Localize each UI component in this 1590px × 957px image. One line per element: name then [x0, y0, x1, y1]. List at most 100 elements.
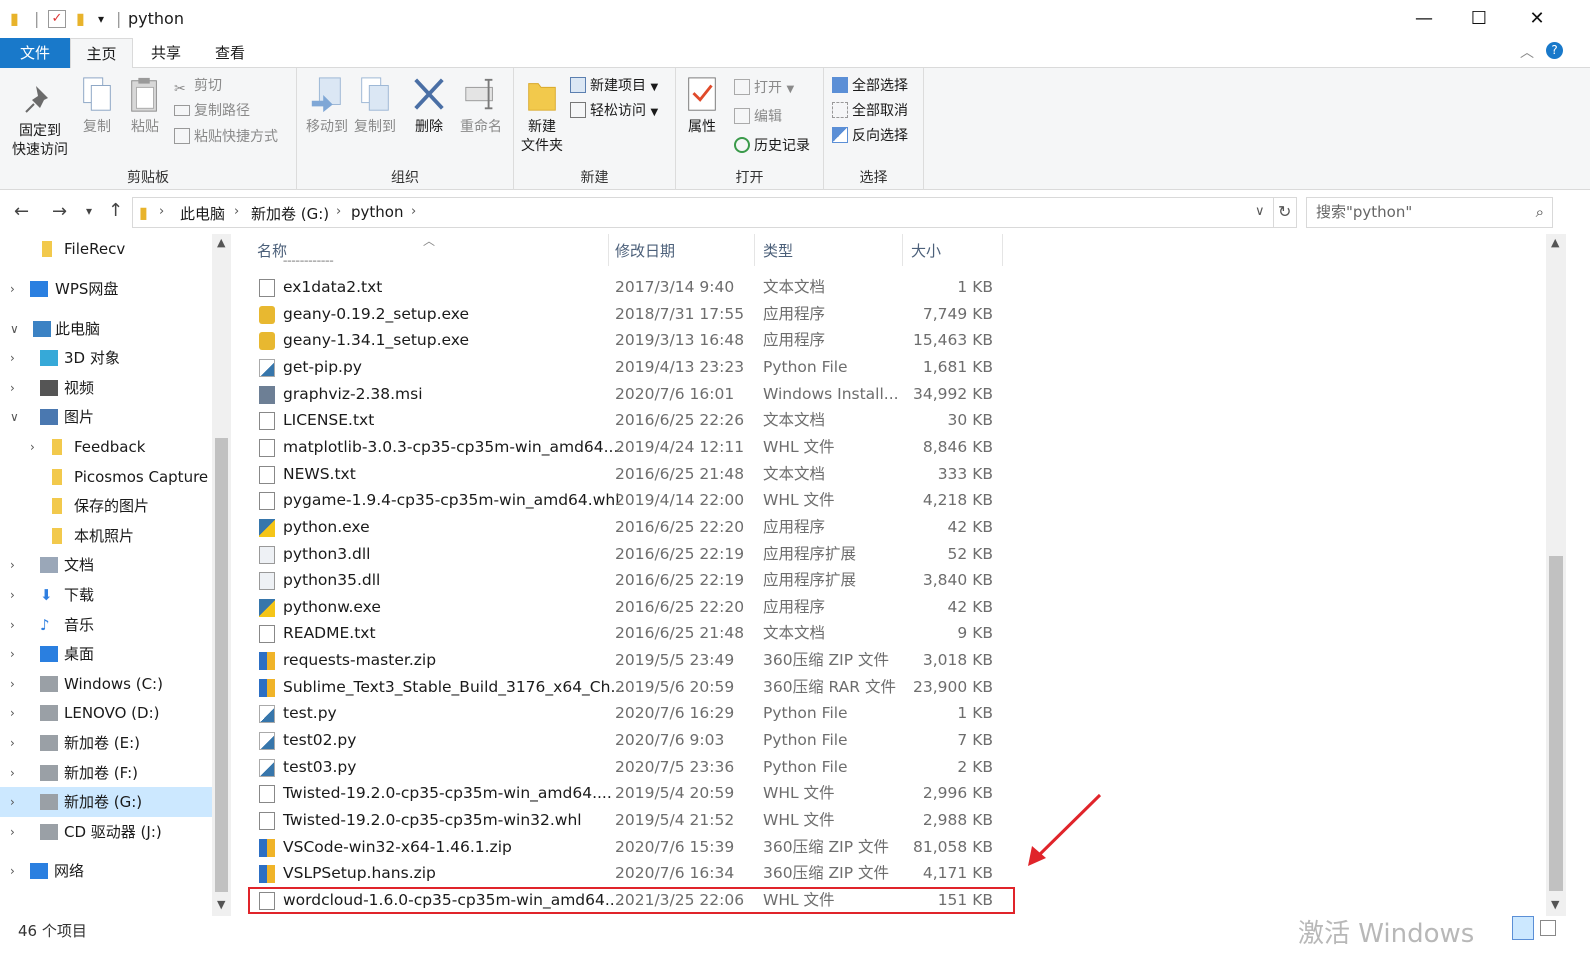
chevron-right-icon[interactable]: › [10, 274, 15, 304]
tab-home[interactable]: 主页 [70, 38, 133, 69]
nav-item[interactable]: FileRecv [0, 234, 212, 264]
file-row[interactable]: test03.py 2020/7/5 23:36 Python File 2 KB [249, 754, 1009, 781]
file-list-scrollbar[interactable]: ▲ ▼ [1546, 234, 1566, 916]
file-row[interactable]: Sublime_Text3_Stable_Build_3176_x64_Ch..… [249, 674, 1009, 701]
file-row[interactable]: python35.dll 2016/6/25 22:19 应用程序扩展 3,840 K… [249, 567, 1009, 594]
navigation-scrollbar[interactable]: ▲ ▼ [212, 234, 231, 916]
chevron-right-icon[interactable]: › [10, 698, 15, 728]
file-row[interactable]: get-pip.py 2019/4/13 23:23 Python File 1,68… [249, 354, 1009, 381]
up-icon[interactable]: ↑ [108, 200, 123, 221]
chevron-right-icon[interactable]: › [10, 758, 15, 788]
paste-shortcut-button[interactable]: 粘贴快捷方式 [174, 126, 278, 148]
file-row[interactable]: matplotlib-3.0.3-cp35-cp35m-win_amd64...… [249, 434, 1009, 461]
tab-share[interactable]: 共享 [136, 38, 196, 68]
large-icons-view-icon[interactable] [1540, 920, 1556, 936]
file-row[interactable]: test.py 2020/7/6 16:29 Python File 1 KB [249, 700, 1009, 727]
scroll-down-icon[interactable]: ▼ [1551, 898, 1559, 911]
file-row[interactable]: test02.py 2020/7/6 9:03 Python File 7 KB [249, 727, 1009, 754]
properties-quick-icon[interactable]: ✓ [48, 10, 66, 28]
pin-quick-access-button[interactable]: 固定到 快速访问 [6, 80, 74, 160]
file-row[interactable]: requests-master.zip 2019/5/5 23:49 360压缩 Z… [249, 647, 1009, 674]
scroll-down-icon[interactable]: ▼ [217, 898, 225, 911]
chevron-right-icon[interactable]: › [10, 610, 15, 640]
open-button[interactable]: 打开 ▼ [734, 77, 794, 101]
chevron-right-icon[interactable]: › [159, 204, 164, 219]
invert-selection-button[interactable]: 反向选择 [832, 125, 908, 147]
nav-item[interactable]: › LENOVO (D:) [0, 698, 212, 728]
scroll-up-icon[interactable]: ▲ [217, 236, 225, 249]
delete-button[interactable]: 删除 [407, 76, 451, 137]
nav-item[interactable]: › ⬇ 下载 [0, 580, 212, 610]
copy-button[interactable]: 复制 [76, 76, 118, 137]
chevron-right-icon[interactable]: › [30, 432, 35, 462]
back-icon[interactable]: ← [14, 201, 29, 222]
properties-button[interactable]: 属性 [682, 76, 722, 137]
recent-locations-icon[interactable]: ▾ [86, 204, 92, 218]
chevron-right-icon[interactable]: › [10, 639, 15, 669]
new-item-button[interactable]: 新建项目 ▼ [570, 75, 658, 99]
chevron-right-icon[interactable]: › [10, 856, 15, 886]
file-row[interactable]: NEWS.txt 2016/6/25 21:48 文本文档 333 KB [249, 461, 1009, 488]
scrollbar-thumb[interactable] [1549, 556, 1563, 891]
chevron-right-icon[interactable]: › [10, 669, 15, 699]
breadcrumb-python[interactable]: python [351, 203, 403, 221]
file-row[interactable]: python3.dll 2016/6/25 22:19 应用程序扩展 52 KB [249, 541, 1009, 568]
chevron-right-icon[interactable]: › [10, 373, 15, 403]
breadcrumb-this-pc[interactable]: 此电脑 [180, 203, 225, 224]
new-folder-quick-icon[interactable]: ▮ [76, 9, 85, 28]
nav-item[interactable]: › CD 驱动器 (J:) [0, 817, 212, 847]
file-row[interactable]: geany-0.19.2_setup.exe 2018/7/31 17:55 应用程… [249, 301, 1009, 328]
nav-item[interactable]: › Windows (C:) [0, 669, 212, 699]
file-row[interactable]: README.txt 2016/6/25 21:48 文本文档 9 KB [249, 620, 1009, 647]
details-view-icon[interactable] [1512, 916, 1534, 940]
maximize-button[interactable]: ☐ [1450, 0, 1508, 38]
collapse-ribbon-icon[interactable]: ︿ [1520, 42, 1534, 62]
nav-item[interactable]: 保存的图片 [0, 491, 212, 521]
file-row[interactable]: python.exe 2016/6/25 22:20 应用程序 42 KB [249, 514, 1009, 541]
chevron-right-icon[interactable]: › [10, 343, 15, 373]
chevron-down-icon[interactable]: ∨ [10, 402, 19, 432]
nav-item[interactable]: › 网络 [0, 856, 212, 886]
file-row[interactable]: LICENSE.txt 2016/6/25 22:26 文本文档 30 KB [249, 407, 1009, 434]
select-none-button[interactable]: 全部取消 [832, 100, 908, 122]
scrollbar-thumb[interactable] [215, 438, 228, 892]
nav-item[interactable]: › 视频 [0, 373, 212, 403]
nav-item[interactable]: › ♪ 音乐 [0, 610, 212, 640]
select-all-button[interactable]: 全部选择 [832, 75, 908, 97]
search-input[interactable]: 搜索"python" ⌕ [1306, 197, 1553, 228]
file-row[interactable]: Twisted-19.2.0-cp35-cp35m-win_amd64.... 2… [249, 780, 1009, 807]
help-icon[interactable]: ? [1546, 42, 1563, 59]
nav-item[interactable]: ∨ 此电脑 [0, 314, 212, 344]
file-row[interactable]: geany-1.34.1_setup.exe 2019/3/13 16:48 应用程… [249, 327, 1009, 354]
rename-button[interactable]: 重命名 [455, 76, 507, 137]
edit-button[interactable]: 编辑 [734, 106, 782, 128]
nav-item[interactable]: › 新加卷 (F:) [0, 758, 212, 788]
nav-item[interactable]: › 桌面 [0, 639, 212, 669]
history-button[interactable]: 历史记录 [734, 135, 810, 157]
chevron-right-icon[interactable]: › [10, 550, 15, 580]
nav-item[interactable]: › 文档 [0, 550, 212, 580]
file-row[interactable]: pythonw.exe 2016/6/25 22:20 应用程序 42 KB [249, 594, 1009, 621]
chevron-right-icon[interactable]: › [10, 787, 15, 817]
tab-file[interactable]: 文件 [0, 38, 70, 68]
chevron-right-icon[interactable]: › [411, 204, 416, 219]
cut-button[interactable]: ✂ 剪切 [174, 75, 222, 97]
tab-view[interactable]: 查看 [200, 38, 260, 68]
copy-path-button[interactable]: 复制路径 [174, 100, 250, 122]
chevron-right-icon[interactable]: › [10, 728, 15, 758]
file-row[interactable]: pygame-1.9.4-cp35-cp35m-win_amd64.whl 201… [249, 487, 1009, 514]
new-folder-button[interactable]: 新建 文件夹 [518, 76, 566, 156]
customize-quick-access-icon[interactable]: ▾ [98, 12, 104, 26]
chevron-right-icon[interactable]: › [10, 817, 15, 847]
paste-button[interactable]: 粘贴 [124, 76, 166, 137]
file-row[interactable]: ex1data2.txt 2017/3/14 9:40 文本文档 1 KB [249, 274, 1009, 301]
minimize-button[interactable]: — [1395, 0, 1453, 38]
nav-item[interactable]: › 新加卷 (G:) [0, 787, 212, 817]
breadcrumb-drive[interactable]: 新加卷 (G:) [251, 203, 329, 224]
scroll-up-icon[interactable]: ▲ [1551, 236, 1559, 249]
chevron-right-icon[interactable]: › [336, 204, 341, 219]
file-row[interactable]: Twisted-19.2.0-cp35-cp35m-win32.whl 2019/… [249, 807, 1009, 834]
easy-access-button[interactable]: 轻松访问 ▼ [570, 100, 658, 124]
nav-item[interactable]: › WPS网盘 [0, 274, 212, 304]
file-row[interactable]: VSLPSetup.hans.zip 2020/7/6 16:34 360压缩 ZI… [249, 860, 1009, 887]
